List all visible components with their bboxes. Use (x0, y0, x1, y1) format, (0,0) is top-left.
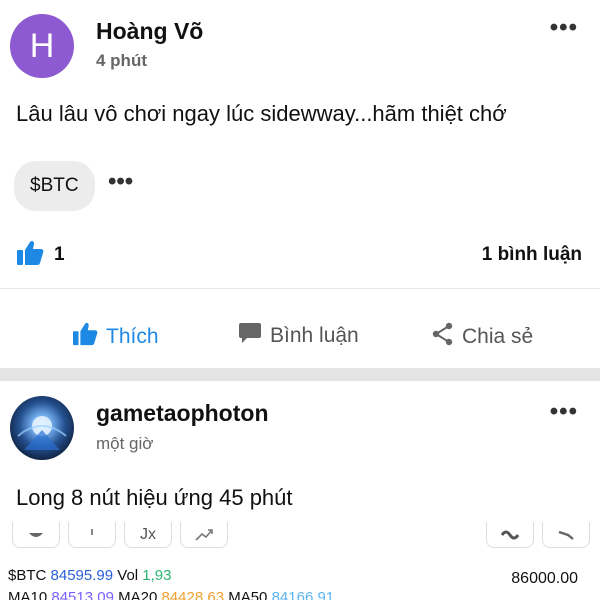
chart-vol-label: Vol (117, 567, 139, 584)
formula-tool-label: Jx (140, 525, 156, 543)
more-options-button[interactable]: ••• (550, 14, 578, 42)
line-tool-icon[interactable] (542, 522, 590, 548)
divider (0, 288, 600, 289)
more-options-button[interactable]: ••• (550, 398, 578, 426)
post-stats: 1 1 bình luận (0, 238, 600, 274)
like-icon (16, 240, 44, 271)
comment-button-label: Bình luận (270, 324, 359, 347)
like-button[interactable]: Thích (72, 322, 159, 352)
like-count: 1 (54, 244, 65, 265)
ma10-value: 84513.09 (51, 589, 114, 600)
chart-ma-row: MA10 84513.09 MA20 84428.63 MA50 84166.9… (8, 589, 334, 600)
ma20-value: 84428.63 (161, 589, 225, 600)
avatar[interactable] (10, 396, 74, 460)
comment-button[interactable]: Bình luận (238, 322, 359, 350)
avatar-image (17, 416, 67, 450)
post-separator (0, 368, 600, 381)
chart-price: 84595.99 (50, 567, 114, 584)
post-content: Long 8 nút hiệu ứng 45 phút (16, 485, 293, 510)
trend-tool-icon[interactable] (180, 522, 228, 548)
indicator-tool-icon[interactable] (486, 522, 534, 548)
ticker-tag-label: $BTC (30, 175, 79, 196)
draw-tool-icon[interactable] (12, 522, 60, 548)
crosshair-tool-icon[interactable] (68, 522, 116, 548)
comment-count[interactable]: 1 bình luận (482, 244, 582, 266)
chart-price-tag: 86000.00 (511, 570, 578, 587)
like-icon (72, 322, 98, 352)
post-content: Lâu lâu vô chơi ngay lúc sidewway...hãm … (16, 101, 507, 126)
avatar-letter: H (29, 26, 55, 65)
chart-ticker-row: $BTC 84595.99 Vol 1,93 (8, 567, 172, 584)
chart-ticker: $BTC (8, 567, 47, 584)
post-time: một giờ (96, 434, 154, 453)
ma50-label: MA50 (228, 589, 268, 600)
comment-icon (238, 322, 262, 350)
ma10-label: MA10 (8, 589, 48, 600)
ma20-label: MA20 (118, 589, 158, 600)
share-button[interactable]: Chia sẻ (432, 322, 533, 352)
author-name[interactable]: gametaophoton (96, 400, 269, 427)
share-button-label: Chia sẻ (462, 325, 534, 348)
like-button-label: Thích (106, 325, 159, 348)
ticker-tag[interactable]: $BTC (14, 161, 95, 211)
post-time: 4 phút (96, 51, 147, 70)
author-name[interactable]: Hoàng Võ (96, 18, 203, 45)
avatar[interactable]: H (10, 14, 74, 78)
share-icon (432, 322, 454, 352)
post-actions: Thích Bình luận Chia sẻ (0, 312, 600, 362)
chart-vol: 1,93 (142, 567, 172, 584)
ma50-value: 84166.91 (271, 589, 335, 600)
chart-toolbar: Jx (0, 520, 600, 550)
tag-more-button[interactable]: ••• (108, 168, 133, 196)
formula-tool-button[interactable]: Jx (124, 522, 172, 548)
